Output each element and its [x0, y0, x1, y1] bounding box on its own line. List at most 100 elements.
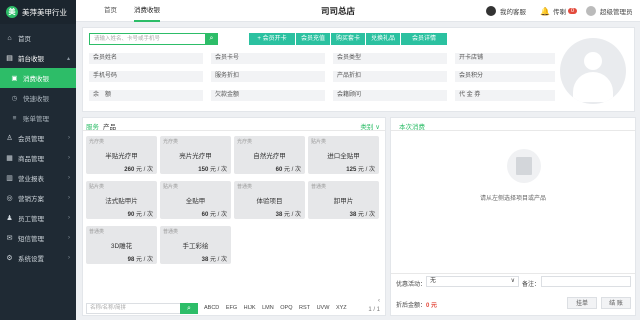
- product-search-placeholder: 名称/名称/简拼: [90, 305, 127, 311]
- ledger-icon: ≡: [12, 114, 17, 122]
- notice-link[interactable]: 🔔 传喇 0: [540, 0, 578, 22]
- sms-icon: ✉: [6, 235, 13, 242]
- divider: [391, 273, 635, 274]
- checkout-button[interactable]: 结 账: [601, 297, 631, 309]
- product-type: 贴片类: [89, 184, 105, 190]
- letter-filter-item[interactable]: OPQ: [280, 305, 292, 311]
- home-icon: ⌂: [7, 34, 12, 42]
- sidebar-item-goods[interactable]: ▦ 商品管理 ›: [0, 148, 76, 168]
- chevron-right-icon: ›: [68, 215, 70, 221]
- letter-filter-item[interactable]: UVW: [317, 305, 330, 311]
- page-title: 司司总店: [321, 6, 356, 16]
- bell-icon: 🔔: [540, 6, 550, 16]
- service-icon: [486, 6, 496, 16]
- pager-prev[interactable]: ‹: [378, 298, 380, 304]
- sidebar-item-ledger[interactable]: ≡ 账单管理: [0, 108, 76, 128]
- redeem-gift-button[interactable]: 兑换礼品: [366, 33, 400, 45]
- member-detail-button[interactable]: 会员详情: [401, 33, 447, 45]
- product-price: 90 元 / 次: [127, 212, 153, 218]
- product-card[interactable]: 光疗类 半贴光疗甲 260 元 / 次: [86, 136, 157, 174]
- product-price: 38 元 / 次: [349, 212, 375, 218]
- member-search-input[interactable]: 请输入姓名、卡号或手机号 ⌕: [89, 33, 218, 45]
- sidebar-item-staff[interactable]: ♟ 员工管理 ›: [0, 208, 76, 228]
- user-menu[interactable]: 超级管理员: [586, 0, 633, 22]
- product-card[interactable]: 普通类 体验项目 38 元 / 次: [234, 181, 305, 219]
- chevron-up-icon: ▴: [66, 55, 70, 62]
- field-debt: 欠款金额: [211, 90, 325, 101]
- buy-package-button[interactable]: 购买套卡: [331, 33, 365, 45]
- notice-label: 传喇: [552, 9, 566, 16]
- chevron-right-icon: ›: [68, 135, 70, 141]
- product-type: 普通类: [163, 229, 179, 235]
- sidebar-item-settings[interactable]: ⚙ 系统设置 ›: [0, 248, 76, 268]
- recharge-button[interactable]: 会员充值: [296, 33, 330, 45]
- service-link[interactable]: 我的客服: [486, 0, 526, 22]
- notice-badge: 0: [567, 8, 578, 14]
- product-name: 进口全贴甲: [327, 153, 360, 160]
- brand: 美 美萍美甲行业: [0, 0, 76, 24]
- letter-filter-item[interactable]: EFG: [226, 305, 237, 311]
- settings-icon: ⚙: [6, 255, 13, 262]
- report-icon: ▥: [6, 175, 13, 182]
- staff-icon: ♟: [6, 215, 13, 222]
- member-panel: 请输入姓名、卡号或手机号 ⌕ + 会员开卡 会员充值 购买套卡 兑换礼品 会员详…: [82, 27, 635, 112]
- product-card[interactable]: 贴片类 法式贴甲片 90 元 / 次: [86, 181, 157, 219]
- sidebar-item-label: 会员管理: [18, 136, 44, 143]
- field-card-no: 会员卡号: [211, 53, 325, 64]
- sidebar-item-label: 短信管理: [18, 236, 44, 243]
- letter-filter-item[interactable]: ABCD: [204, 305, 219, 311]
- product-type: 光疗类: [237, 139, 253, 145]
- topbar: 首页 消费收银 司司总店 我的客服 🔔 传喇 0 超级管理员: [76, 0, 640, 22]
- field-advisor: 会籍顾问: [333, 90, 447, 101]
- product-type: 普通类: [237, 184, 253, 190]
- sidebar-item-marketing[interactable]: ◎ 营销方案 ›: [0, 188, 76, 208]
- hold-order-button[interactable]: 挂单: [567, 297, 597, 309]
- total-amount: 0 元: [426, 303, 438, 309]
- field-service-discount: 服务折扣: [211, 71, 325, 82]
- product-card[interactable]: 光疗类 自然光疗甲 60 元 / 次: [234, 136, 305, 174]
- search-button[interactable]: ⌕: [205, 33, 218, 45]
- product-name: 法式贴甲片: [105, 198, 138, 205]
- letter-filter-item[interactable]: LMN: [262, 305, 274, 311]
- sidebar-item-member[interactable]: ♙ 会员管理 ›: [0, 128, 76, 148]
- tab-home[interactable]: 首页: [104, 0, 117, 22]
- promo-select[interactable]: 无 ∨: [426, 276, 519, 287]
- divider: [391, 130, 635, 131]
- sidebar-item-cashier[interactable]: ▤ 前台收银 ▴: [0, 48, 76, 68]
- letter-filter-item[interactable]: XYZ: [336, 305, 347, 311]
- product-type: 光疗类: [89, 139, 105, 145]
- letter-filter-item[interactable]: HIJK: [244, 305, 256, 311]
- product-name: 半贴光疗甲: [105, 153, 138, 160]
- letter-filter-item[interactable]: RST: [299, 305, 310, 311]
- product-search-button[interactable]: ⌕: [180, 303, 198, 314]
- sidebar-item-report[interactable]: ▥ 营业报表 ›: [0, 168, 76, 188]
- tab-consume[interactable]: 消费收银: [134, 0, 160, 22]
- field-product-discount: 产品折扣: [333, 71, 447, 82]
- note-label: 备注：: [522, 282, 541, 288]
- product-card[interactable]: 普通类 3D雕花 98 元 / 次: [86, 226, 157, 264]
- product-price: 98 元 / 次: [127, 257, 153, 263]
- note-input[interactable]: [541, 276, 631, 287]
- product-price: 38 元 / 次: [275, 212, 301, 218]
- cashier-icon: ▤: [6, 55, 13, 62]
- open-card-button[interactable]: + 会员开卡: [249, 33, 295, 45]
- divider: [83, 130, 385, 131]
- product-card[interactable]: 普通类 手工彩绘 38 元 / 次: [160, 226, 231, 264]
- chevron-right-icon: ›: [68, 255, 70, 261]
- user-silhouette-icon: [584, 52, 602, 70]
- product-card[interactable]: 普通类 卸甲片 38 元 / 次: [308, 181, 379, 219]
- product-card[interactable]: 贴片类 全贴甲 60 元 / 次: [160, 181, 231, 219]
- sidebar-item-quick-consume[interactable]: ◷ 快速收银: [0, 88, 76, 108]
- product-search-input[interactable]: 名称/名称/简拼: [86, 303, 195, 314]
- sidebar-item-label: 营销方案: [18, 196, 44, 203]
- product-name: 亮片光疗甲: [179, 153, 212, 160]
- sidebar-item-consume[interactable]: ▣ 消费收银: [0, 68, 76, 88]
- consume-icon: ▣: [11, 75, 18, 82]
- sidebar: 美 美萍美甲行业 ⌂ 首页 ▤ 前台收银 ▴ ▣ 消费收银 ◷ 快速收银 ≡ 账…: [0, 0, 76, 320]
- sidebar-item-sms[interactable]: ✉ 短信管理 ›: [0, 228, 76, 248]
- product-name: 体验项目: [256, 198, 283, 205]
- product-price: 38 元 / 次: [201, 257, 227, 263]
- product-card[interactable]: 贴片类 进口全贴甲 125 元 / 次: [308, 136, 379, 174]
- sidebar-item-home[interactable]: ⌂ 首页: [0, 28, 76, 48]
- product-card[interactable]: 光疗类 亮片光疗甲 150 元 / 次: [160, 136, 231, 174]
